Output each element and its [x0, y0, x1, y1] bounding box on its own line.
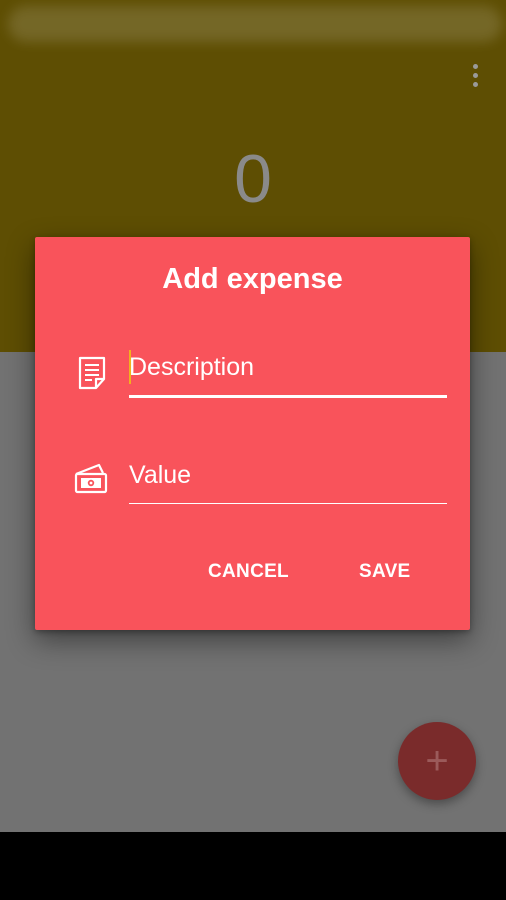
add-expense-fab[interactable]: + [398, 722, 476, 800]
dialog-title: Add expense [162, 263, 343, 295]
navigation-bar [0, 832, 506, 900]
description-input[interactable] [129, 347, 447, 387]
cancel-button[interactable]: CANCEL [200, 557, 297, 587]
document-icon [78, 356, 106, 390]
description-underline [129, 395, 447, 398]
add-expense-dialog: Add expense CANCEL SAVE [35, 237, 470, 630]
text-cursor [129, 350, 131, 384]
menu-dot [472, 63, 478, 69]
total-value: 0 [234, 141, 272, 217]
save-button[interactable]: SAVE [351, 557, 419, 587]
value-field[interactable] [129, 455, 447, 504]
menu-dot [472, 81, 478, 87]
money-icon [74, 463, 108, 494]
value-input[interactable] [129, 455, 447, 495]
value-underline [129, 503, 447, 504]
plus-icon: + [425, 739, 449, 783]
overflow-menu-icon[interactable] [462, 60, 488, 90]
menu-dot [472, 72, 478, 78]
status-bar [8, 6, 502, 42]
description-field[interactable] [129, 347, 447, 398]
